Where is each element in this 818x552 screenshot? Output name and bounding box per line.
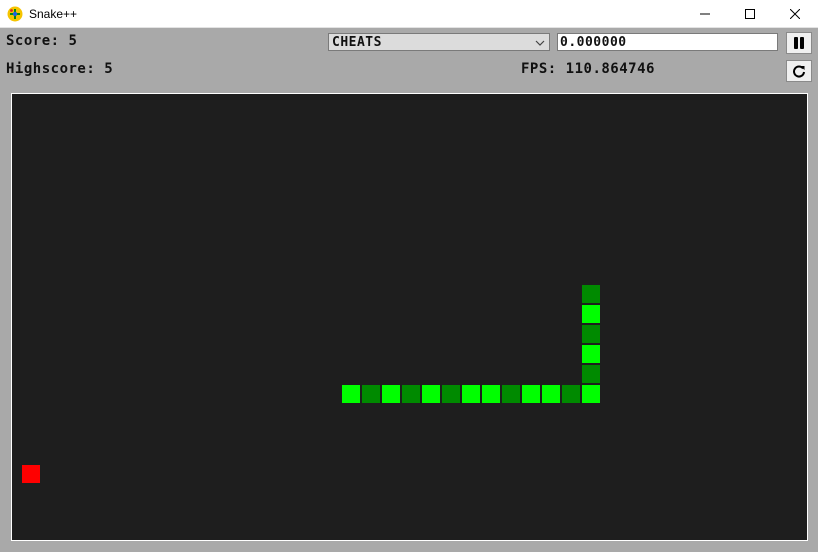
minimize-button[interactable] <box>682 0 728 27</box>
snake-segment <box>582 345 600 363</box>
highscore-value: 5 <box>104 61 114 77</box>
snake-segment <box>582 285 600 303</box>
snake-segment <box>402 385 420 403</box>
close-button[interactable] <box>772 0 818 27</box>
snake-segment <box>582 325 600 343</box>
maximize-icon <box>745 8 755 19</box>
score-label: Score: <box>6 33 60 49</box>
cheats-select-value: CHEATS <box>332 34 382 50</box>
cheats-select[interactable]: CHEATS <box>328 33 550 51</box>
pause-button[interactable] <box>786 32 812 54</box>
snake-segment <box>442 385 460 403</box>
snake-segment <box>582 385 600 403</box>
score-value: 5 <box>68 33 78 49</box>
snake-segment <box>502 385 520 403</box>
minimize-icon <box>700 13 710 14</box>
chevron-down-icon <box>535 40 545 46</box>
pause-icon <box>794 37 804 49</box>
snake-segment <box>482 385 500 403</box>
fps-display: FPS: 110.864746 <box>521 61 655 77</box>
snake-segment <box>382 385 400 403</box>
snake-segment <box>542 385 560 403</box>
snake-segment <box>422 385 440 403</box>
snake-segment <box>342 385 360 403</box>
fps-value: 110.864746 <box>565 61 655 77</box>
snake-segment <box>362 385 380 403</box>
score-display: Score: 5 <box>6 33 77 49</box>
restart-button[interactable] <box>786 60 812 82</box>
snake-segment <box>562 385 580 403</box>
game-icon <box>7 6 23 22</box>
restart-icon <box>793 65 805 78</box>
snake-segment <box>462 385 480 403</box>
food-cell <box>22 465 40 483</box>
cheat-value-input[interactable] <box>557 33 778 51</box>
highscore-display: Highscore: 5 <box>6 61 113 77</box>
highscore-label: Highscore: <box>6 61 96 77</box>
title-bar: Snake++ <box>0 0 818 28</box>
snake-segment <box>522 385 540 403</box>
game-board[interactable] <box>11 93 808 541</box>
close-icon <box>790 8 800 19</box>
fps-label: FPS: <box>521 61 557 77</box>
maximize-button[interactable] <box>727 0 773 27</box>
snake-segment <box>582 365 600 383</box>
window-title: Snake++ <box>29 6 78 21</box>
snake-segment <box>582 305 600 323</box>
